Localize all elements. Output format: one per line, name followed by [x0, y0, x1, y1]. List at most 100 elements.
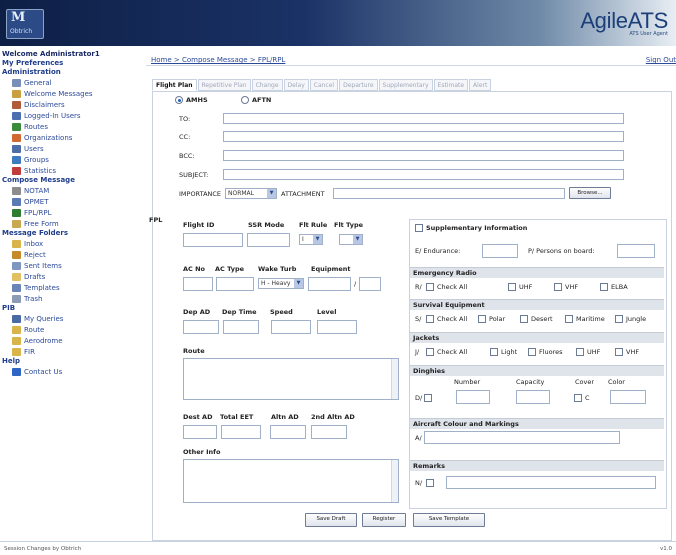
browse-button[interactable]: Browse... [569, 187, 611, 199]
emergency-opts-vhf-checkbox[interactable] [554, 283, 562, 291]
sidebar-item-welcome-messages[interactable]: Welcome Messages [0, 88, 142, 99]
route-textarea[interactable] [183, 358, 399, 400]
dest-ad-field[interactable] [183, 425, 217, 439]
jackets-opts-vhf-checkbox[interactable] [615, 348, 623, 356]
tab-departure[interactable]: Departure [339, 79, 378, 91]
aftn-radio[interactable] [241, 96, 249, 104]
altn-ad-field[interactable] [270, 425, 306, 439]
sidebar-item-free-form[interactable]: Free Form [0, 218, 142, 229]
sign-out-link[interactable]: Sign Out [646, 56, 676, 64]
tab-change[interactable]: Change [251, 79, 283, 91]
survival-opts-maritime-checkbox[interactable] [565, 315, 573, 323]
register-button[interactable]: Register [362, 513, 406, 527]
sidebar-item-statistics[interactable]: Statistics [0, 165, 142, 176]
dinghies-capacity-field[interactable] [516, 390, 550, 404]
survival-opts-jungle-checkbox[interactable] [615, 315, 623, 323]
aircraft-colour-field[interactable] [424, 431, 620, 444]
jackets-opts-uhf-checkbox[interactable] [576, 348, 584, 356]
sidebar-item-users[interactable]: Users [0, 143, 142, 154]
sidebar-item-groups[interactable]: Groups [0, 154, 142, 165]
sidebar-item-templates[interactable]: Templates [0, 282, 142, 293]
sidebar-item-contact-us[interactable]: Contact Us [0, 366, 142, 377]
tab-supplementary[interactable]: Supplementary [378, 79, 433, 91]
sidebar-item-label: FIR [24, 347, 35, 356]
importance-select[interactable]: NORMAL ▼ [225, 188, 277, 199]
routes-icon [12, 122, 21, 131]
supplementary-checkbox[interactable] [415, 224, 423, 232]
sidebar-item-trash[interactable]: Trash [0, 293, 142, 304]
tab-flight-plan[interactable]: Flight Plan [152, 79, 197, 91]
emergency-opts-check-all-checkbox[interactable] [426, 283, 434, 291]
remarks-field[interactable] [446, 476, 656, 489]
sidebar-item-opmet[interactable]: OPMET [0, 196, 142, 207]
sidebar-item-organizations[interactable]: Organizations [0, 132, 142, 143]
sidebar-item-disclaimers[interactable]: Disclaimers [0, 99, 142, 110]
save-template-button[interactable]: Save Template [413, 513, 485, 527]
dinghies-cover-checkbox[interactable] [574, 394, 582, 402]
tab-delay[interactable]: Delay [283, 79, 309, 91]
other-info-scrollbar[interactable] [391, 460, 398, 502]
dinghies-number-field[interactable] [456, 390, 490, 404]
sidebar-item-sent-items[interactable]: Sent Items [0, 260, 142, 271]
cc-field[interactable] [223, 131, 624, 142]
sidebar-item-logged-in-users[interactable]: Logged-In Users [0, 110, 142, 121]
level-field[interactable] [317, 320, 357, 334]
survival-opts-polar-checkbox[interactable] [478, 315, 486, 323]
sidebar-item-route[interactable]: Route [0, 324, 142, 335]
trash-icon [12, 294, 21, 303]
obtrich-logo[interactable]: M Obtrich [6, 9, 44, 39]
jackets-opts-fluores-checkbox[interactable] [528, 348, 536, 356]
route-scrollbar[interactable] [391, 359, 398, 399]
subject-field[interactable] [223, 169, 624, 180]
dinghies-checkbox[interactable] [424, 394, 432, 402]
sidebar-item-notam[interactable]: NOTAM [0, 185, 142, 196]
my-preferences-link[interactable]: My Preferences [0, 59, 142, 68]
amhs-radio[interactable] [175, 96, 183, 104]
equipment-suffix-field[interactable] [359, 277, 381, 291]
persons-field[interactable] [617, 244, 655, 258]
sidebar-item-inbox[interactable]: Inbox [0, 238, 142, 249]
to-field[interactable] [223, 113, 624, 124]
flt-rule-select[interactable]: I ▼ [299, 234, 323, 245]
wake-turb-select[interactable]: H - Heavy ▼ [258, 278, 304, 289]
other-info-textarea[interactable] [183, 459, 399, 503]
tab-repetitive-plan[interactable]: Repetitive Plan [197, 79, 251, 91]
total-eet-field[interactable] [221, 425, 261, 439]
equipment-field[interactable] [308, 277, 351, 291]
sidebar-item-aerodrome[interactable]: Aerodrome [0, 335, 142, 346]
sidebar-item-general[interactable]: General [0, 77, 142, 88]
breadcrumb[interactable]: Home > Compose Message > FPL/RPL [151, 56, 285, 64]
endurance-field[interactable] [482, 244, 518, 258]
tab-alert[interactable]: Alert [469, 79, 492, 91]
ssr-mode-field[interactable] [247, 233, 290, 247]
bcc-field[interactable] [223, 150, 624, 161]
remarks-checkbox[interactable] [426, 479, 434, 487]
altn2-ad-field[interactable] [311, 425, 347, 439]
emergency-opts-elba-checkbox[interactable] [600, 283, 608, 291]
survival-opts-desert-checkbox[interactable] [520, 315, 528, 323]
tab-estimate[interactable]: Estimate [433, 79, 469, 91]
dep-ad-field[interactable] [183, 320, 219, 334]
emergency-opts-uhf-checkbox[interactable] [508, 283, 516, 291]
sidebar-item-label: Logged-In Users [24, 111, 81, 120]
dep-time-field[interactable] [223, 320, 259, 334]
save-draft-button[interactable]: Save Draft [305, 513, 357, 527]
ac-type-field[interactable] [216, 277, 254, 291]
sidebar-item-my-queries[interactable]: My Queries [0, 313, 142, 324]
survival-opts-check-all-checkbox[interactable] [426, 315, 434, 323]
jackets-opts-light-checkbox[interactable] [490, 348, 498, 356]
sidebar-item-routes[interactable]: Routes [0, 121, 142, 132]
speed-field[interactable] [271, 320, 311, 334]
jackets-opts-check-all-checkbox[interactable] [426, 348, 434, 356]
sidebar-item-fir[interactable]: FIR [0, 346, 142, 357]
aftn-label: AFTN [252, 96, 272, 104]
dinghies-color-field[interactable] [610, 390, 646, 404]
flight-id-field[interactable] [183, 233, 243, 247]
ac-no-field[interactable] [183, 277, 213, 291]
sidebar-item-fpl-rpl[interactable]: FPL/RPL [0, 207, 142, 218]
tab-cancel[interactable]: Cancel [309, 79, 339, 91]
sidebar-item-drafts[interactable]: Drafts [0, 271, 142, 282]
flt-type-select[interactable]: ▼ [339, 234, 363, 245]
sidebar-item-reject[interactable]: Reject [0, 249, 142, 260]
attachment-field[interactable] [333, 188, 565, 199]
